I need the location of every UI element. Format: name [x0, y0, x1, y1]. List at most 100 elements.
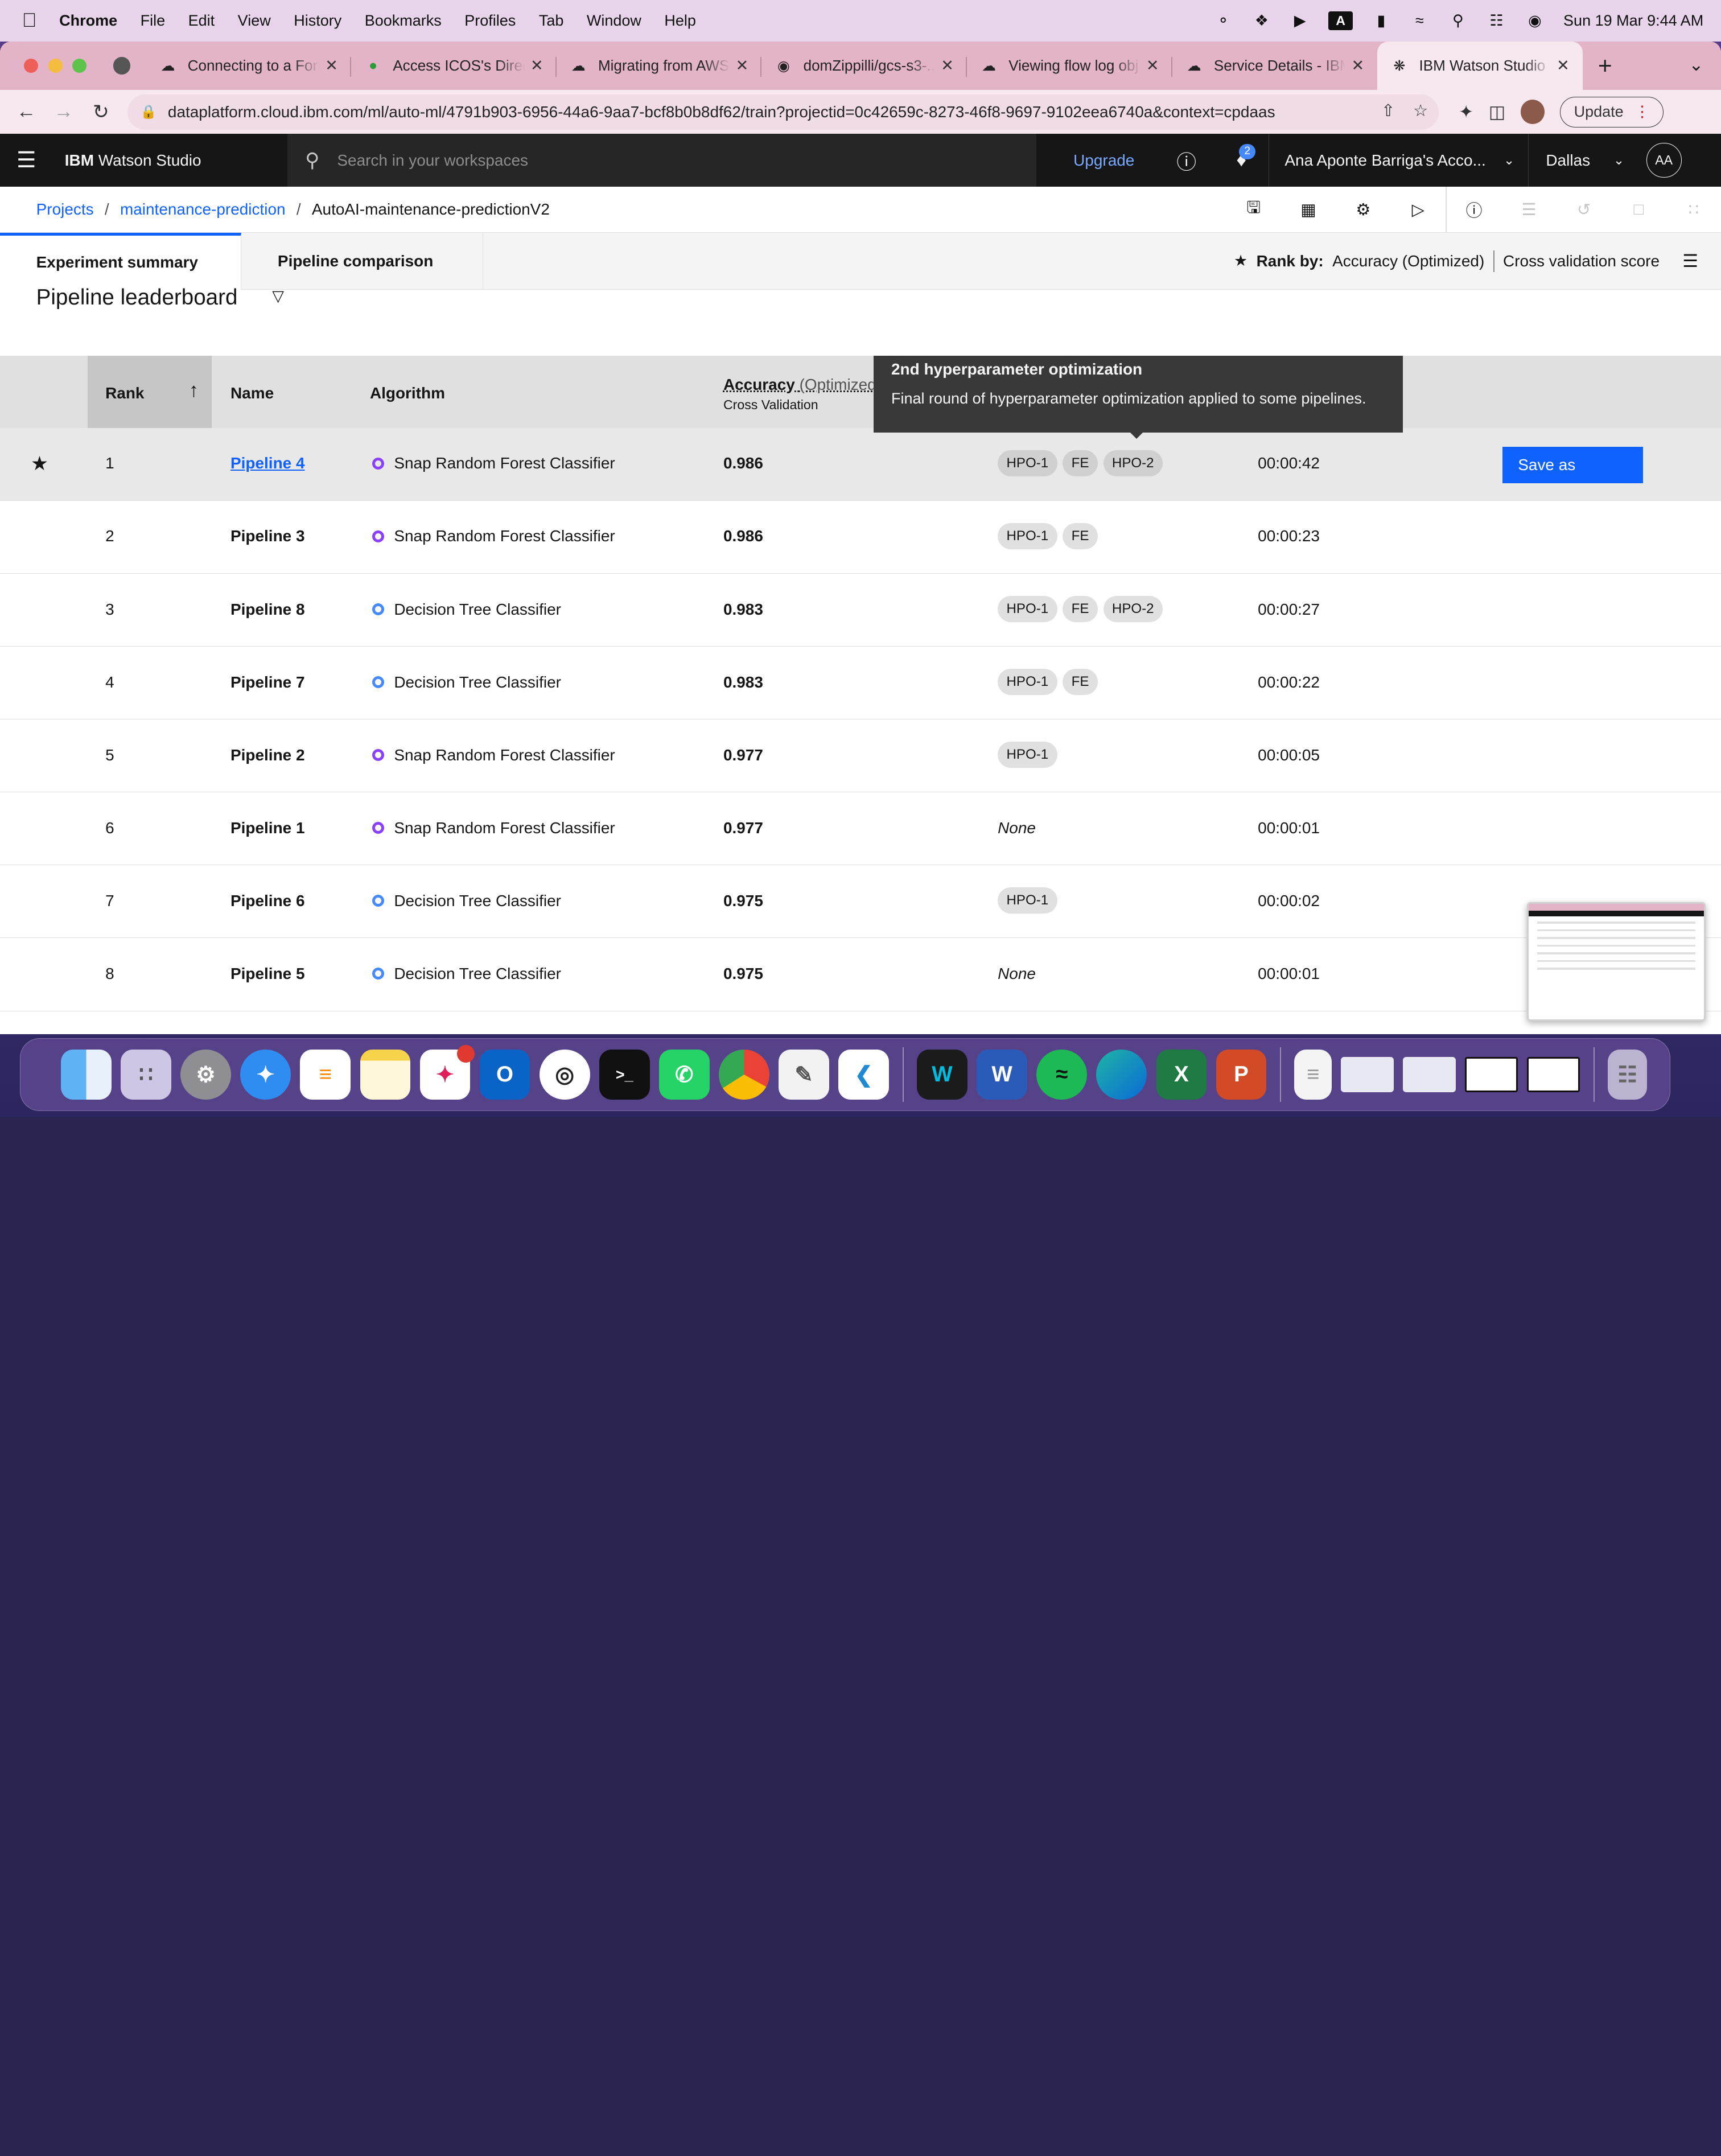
pipeline-name[interactable]: Pipeline 5	[230, 965, 305, 983]
tab-search-icon[interactable]	[113, 57, 131, 75]
recent-window-icon[interactable]	[1403, 1057, 1456, 1092]
sort-ascending-icon[interactable]: ↑	[189, 380, 199, 402]
pipeline-name[interactable]: Pipeline 2	[230, 746, 305, 764]
menu-help[interactable]: Help	[664, 12, 696, 30]
bookmark-star-icon[interactable]: ☆	[1413, 101, 1428, 121]
finder-icon[interactable]	[61, 1049, 112, 1100]
column-header-rank[interactable]: Rank ↑	[88, 355, 212, 429]
schedule-icon[interactable]: ▦	[1281, 187, 1336, 233]
document-icon[interactable]: ≡	[1294, 1049, 1332, 1100]
update-button[interactable]: Update ⋮	[1560, 96, 1664, 127]
close-window-button[interactable]	[24, 59, 39, 73]
region-switcher[interactable]: Dallas ⌄	[1528, 134, 1638, 187]
close-tab-icon[interactable]: ✕	[1352, 57, 1365, 75]
excel-icon[interactable]: X	[1156, 1049, 1207, 1100]
account-switcher[interactable]: Ana Aponte Barriga's Acco... ⌄	[1269, 134, 1528, 187]
browser-tab[interactable]: ☁ Service Details - IBM... ✕	[1172, 42, 1378, 90]
profile-avatar[interactable]	[1521, 100, 1545, 124]
notes-icon[interactable]	[360, 1049, 411, 1100]
edge-icon[interactable]	[1096, 1049, 1147, 1100]
url-text[interactable]: dataplatform.cloud.ibm.com/ml/auto-ml/47…	[168, 103, 1275, 121]
menu-file[interactable]: File	[141, 12, 166, 30]
browser-tab[interactable]: ☁ Connecting to a Forti... ✕	[146, 42, 352, 90]
browser-tab[interactable]: ☁ Migrating from AWS... ✕	[557, 42, 762, 90]
lineage-icon[interactable]: ☰	[1501, 187, 1556, 233]
tab-pipeline-comparison[interactable]: Pipeline comparison	[241, 232, 483, 290]
recent-window-icon[interactable]	[1341, 1057, 1394, 1092]
recent-window-icon[interactable]	[1527, 1057, 1580, 1092]
user-avatar[interactable]: AA	[1646, 142, 1682, 178]
outlook-icon[interactable]: O	[479, 1049, 530, 1100]
zoom-window-button[interactable]	[72, 59, 87, 73]
table-row[interactable]: 7 Pipeline 6 Decision Tree Classifier 0.…	[0, 865, 1721, 939]
rank-by-source[interactable]: Cross validation score	[1503, 252, 1660, 270]
history-icon[interactable]: ↺	[1557, 187, 1611, 233]
powerpoint-icon[interactable]: P	[1216, 1049, 1267, 1100]
column-header-accuracy[interactable]: Accuracy (Optimized	[723, 376, 876, 394]
hamburger-menu-icon[interactable]: ☰	[0, 134, 53, 187]
menu-history[interactable]: History	[294, 12, 341, 30]
enhancement-tag[interactable]: HPO-1	[998, 887, 1057, 914]
upgrade-link[interactable]: Upgrade	[1073, 151, 1159, 170]
trash-icon[interactable]: ☷	[1607, 1049, 1648, 1100]
close-tab-icon[interactable]: ✕	[530, 57, 544, 75]
reminders-icon[interactable]: ≡	[300, 1049, 351, 1100]
vscode-icon[interactable]: ❮	[838, 1049, 889, 1100]
table-row[interactable]: 4 Pipeline 7 Decision Tree Classifier 0.…	[0, 647, 1721, 720]
settings-gear-icon[interactable]: ⚙	[1336, 187, 1390, 233]
chrome-icon[interactable]	[719, 1049, 769, 1100]
textedit-icon[interactable]: ✎	[779, 1049, 829, 1100]
workspace-search-input[interactable]: ⚲ Search in your workspaces	[287, 134, 1036, 187]
input-source-icon[interactable]: A	[1328, 11, 1353, 31]
pipeline-name[interactable]: Pipeline 1	[230, 819, 305, 837]
control-center-icon[interactable]: ☷	[1487, 12, 1506, 30]
menu-bookmarks[interactable]: Bookmarks	[365, 12, 442, 30]
webex-icon[interactable]: ❖	[1251, 12, 1271, 30]
enhancement-tag[interactable]: FE	[1063, 668, 1098, 696]
forward-arrow-icon[interactable]: →	[53, 101, 75, 123]
tab-experiment-summary[interactable]: Experiment summary	[0, 232, 242, 290]
table-row[interactable]: 8 Pipeline 5 Decision Tree Classifier 0.…	[0, 938, 1721, 1011]
info-icon[interactable]: ⓘ	[1447, 187, 1501, 233]
table-row[interactable]: 2 Pipeline 3 Snap Random Forest Classifi…	[0, 501, 1721, 574]
terminal-icon[interactable]: >_	[599, 1049, 650, 1100]
sync-icon[interactable]: ⚬	[1213, 12, 1233, 30]
notifications-bell-icon[interactable]: ♦ 2	[1214, 134, 1269, 187]
breadcrumb-project[interactable]: maintenance-prediction	[120, 200, 286, 219]
screenshot-thumbnail[interactable]	[1526, 902, 1706, 1021]
apple-icon[interactable]: 	[22, 11, 40, 31]
lock-icon[interactable]: 🔒	[141, 104, 157, 120]
minimize-window-button[interactable]	[48, 59, 63, 73]
menu-profiles[interactable]: Profiles	[464, 12, 516, 30]
enhancement-tag[interactable]: HPO-1	[998, 522, 1057, 550]
browser-tab[interactable]: ☁ Viewing flow log obj... ✕	[967, 42, 1172, 90]
product-name[interactable]: IBM Watson Studio	[65, 151, 288, 170]
extensions-puzzle-icon[interactable]: ✦	[1459, 102, 1473, 122]
table-row[interactable]: 5 Pipeline 2 Snap Random Forest Classifi…	[0, 719, 1721, 793]
play-icon[interactable]: ▶	[1290, 12, 1310, 30]
menu-app-name[interactable]: Chrome	[59, 12, 117, 30]
enhancement-tag[interactable]: FE	[1063, 450, 1098, 476]
enhancement-tag[interactable]: HPO-2	[1103, 595, 1163, 623]
table-row[interactable]: ★ 1 Pipeline 4 Snap Random Forest Classi…	[0, 428, 1721, 501]
table-row[interactable]: 3 Pipeline 8 Decision Tree Classifier 0.…	[0, 574, 1721, 647]
pipeline-name-link[interactable]: Pipeline 4	[230, 454, 305, 472]
enhancement-tag[interactable]: HPO-1	[998, 450, 1057, 476]
reload-icon[interactable]: ↻	[90, 101, 112, 124]
rank-by-metric[interactable]: Accuracy (Optimized)	[1332, 252, 1484, 270]
save-as-button[interactable]: Save as	[1502, 446, 1644, 483]
radar-icon[interactable]: ◎	[539, 1049, 590, 1100]
enhancement-tag[interactable]: HPO-1	[998, 741, 1057, 768]
run-play-icon[interactable]: ▷	[1391, 187, 1446, 233]
close-tab-icon[interactable]: ✕	[325, 57, 338, 75]
apps-grid-icon[interactable]: ∷	[1666, 187, 1721, 233]
browser-tab[interactable]: ● Access ICOS's Direct... ✕	[351, 42, 557, 90]
siri-icon[interactable]: ◉	[1525, 12, 1545, 30]
help-icon[interactable]: ⓘ	[1159, 134, 1214, 187]
close-tab-icon[interactable]: ✕	[1146, 57, 1159, 75]
browser-tab[interactable]: ◉ domZippilli/gcs-s3-... ✕	[761, 42, 967, 90]
pipeline-name[interactable]: Pipeline 6	[230, 892, 305, 910]
back-arrow-icon[interactable]: ←	[15, 101, 38, 123]
enhancement-tag[interactable]: HPO-1	[998, 595, 1057, 623]
clock[interactable]: Sun 19 Mar 9:44 AM	[1563, 12, 1703, 30]
